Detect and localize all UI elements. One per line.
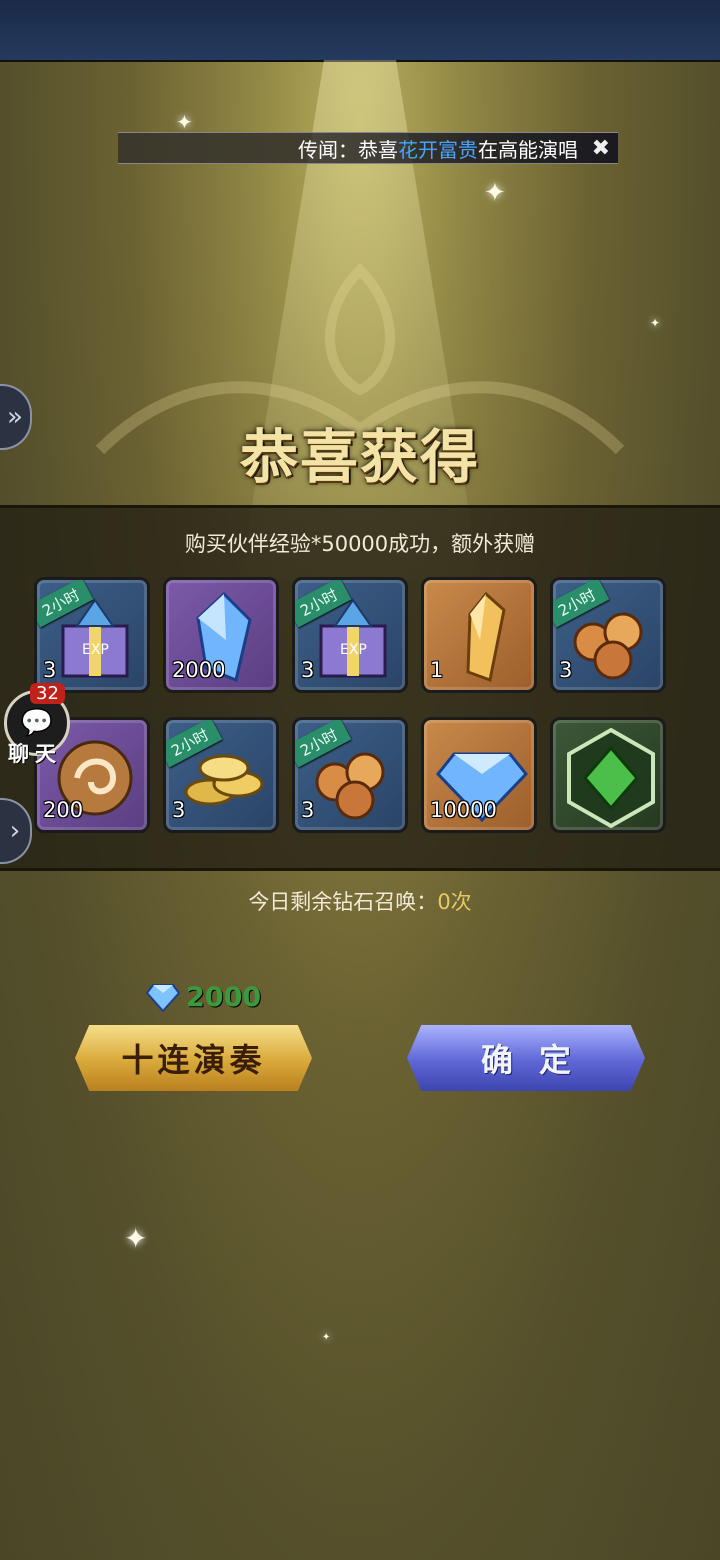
green-emblem-icon bbox=[567, 727, 655, 829]
item-quantity: 3 bbox=[43, 658, 57, 682]
reward-item[interactable]: 2小时 3 bbox=[550, 577, 666, 693]
chat-label: 聊天 bbox=[8, 742, 62, 766]
item-quantity: 200 bbox=[43, 798, 84, 822]
reward-item[interactable]: EXP 2小时 3 bbox=[34, 577, 150, 693]
remaining-summons: 今日剩余钻石召唤：0次 bbox=[0, 886, 720, 916]
reward-item[interactable]: 2小时 3 bbox=[163, 717, 279, 833]
item-quantity: 3 bbox=[301, 798, 315, 822]
summon-cost: 2000 bbox=[146, 982, 261, 1013]
reward-item[interactable] bbox=[550, 717, 666, 833]
sparkle: ✦ bbox=[484, 178, 506, 208]
reward-item[interactable]: EXP 2小时 3 bbox=[292, 577, 408, 693]
sparkle: ✦ bbox=[124, 1222, 148, 1255]
close-icon[interactable]: ✖ bbox=[592, 136, 610, 161]
confirm-button[interactable]: 确定 bbox=[407, 1025, 645, 1091]
remaining-label: 今日剩余钻石召唤： bbox=[248, 890, 438, 914]
item-quantity: 3 bbox=[559, 658, 573, 682]
reward-subtitle: 购买伙伴经验*50000成功，额外获赠 bbox=[184, 532, 536, 556]
chat-unread-badge: 32 bbox=[30, 683, 65, 704]
reward-grid: EXP 2小时 3 2000 EXP 2小时 3 1 2小时 3 200 2小时 3 2小时 3 10000 bbox=[34, 577, 666, 833]
remaining-count: 0次 bbox=[437, 890, 472, 914]
cost-amount: 2000 bbox=[186, 982, 262, 1013]
item-quantity: 3 bbox=[301, 658, 315, 682]
ten-pull-button[interactable]: 十连演奏 bbox=[75, 1025, 312, 1091]
item-quantity: 10000 bbox=[430, 798, 497, 822]
reward-item[interactable]: 10000 bbox=[421, 717, 537, 833]
sparkle: ✦ bbox=[176, 110, 193, 134]
reward-item[interactable]: 2000 bbox=[163, 577, 279, 693]
sparkle: ✦ bbox=[322, 1332, 331, 1343]
rumor-prefix: 传闻：恭喜 bbox=[298, 137, 398, 162]
rumor-suffix: 在高能演唱 bbox=[478, 137, 578, 162]
item-quantity: 2000 bbox=[172, 658, 226, 682]
reward-item[interactable]: 2小时 3 bbox=[292, 717, 408, 833]
item-quantity: 3 bbox=[172, 798, 186, 822]
svg-text:EXP: EXP bbox=[82, 642, 109, 658]
svg-text:EXP: EXP bbox=[340, 642, 367, 658]
rumor-banner: 传闻：恭喜 花开富贵 在高能演唱 ✖ bbox=[118, 132, 618, 164]
reward-item[interactable]: 1 bbox=[421, 577, 537, 693]
diamond-icon bbox=[146, 983, 180, 1012]
chat-bubble-icon: 💬 bbox=[20, 708, 54, 738]
rumor-player-name[interactable]: 花开富贵 bbox=[398, 134, 478, 163]
item-quantity: 1 bbox=[430, 658, 444, 682]
top-status-strip bbox=[0, 0, 720, 62]
congrats-title: 恭喜获得 bbox=[239, 423, 480, 491]
